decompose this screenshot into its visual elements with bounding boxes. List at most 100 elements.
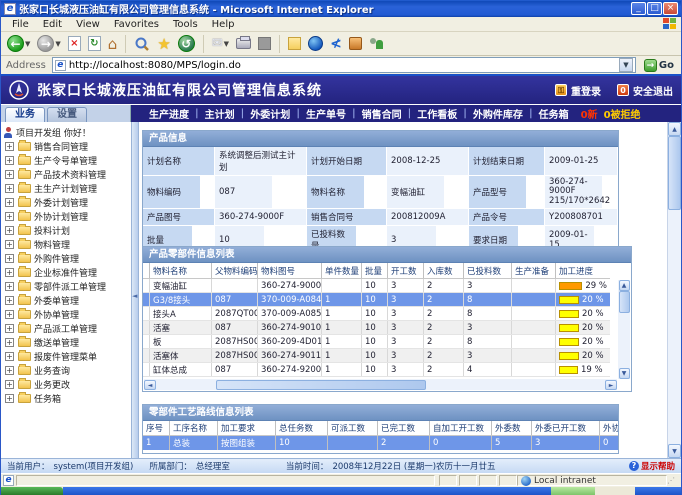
expand-icon[interactable] bbox=[5, 296, 14, 305]
maximize-button[interactable]: □ bbox=[647, 2, 662, 15]
expand-icon[interactable] bbox=[5, 198, 14, 207]
tab-business[interactable]: 业务 bbox=[5, 107, 45, 122]
parts-row[interactable]: 活塞087360-274-9010F11032320 % bbox=[143, 321, 610, 335]
close-button[interactable]: × bbox=[663, 2, 678, 15]
sidebar-item-business-change[interactable]: 业务更改 bbox=[3, 377, 131, 391]
scroll-thumb[interactable] bbox=[619, 291, 630, 313]
expand-icon[interactable] bbox=[5, 142, 14, 151]
col-completed[interactable]: 已完工数 bbox=[377, 421, 429, 435]
sidebar-item-outsource-order[interactable]: 外委单管理 bbox=[3, 293, 131, 307]
menu-view[interactable]: View bbox=[69, 19, 107, 30]
mail-dropdown-icon[interactable]: ▼ bbox=[224, 40, 229, 48]
address-field[interactable]: e http://localhost:8080/MPS/login.do ▼ bbox=[52, 57, 636, 73]
nav-outsource-plan[interactable]: 外委计划 bbox=[244, 106, 296, 121]
scroll-up-icon[interactable]: ▲ bbox=[619, 280, 630, 291]
start-button-edge[interactable] bbox=[1, 487, 63, 495]
sidebar-item-standard-parts[interactable]: 企业标准件管理 bbox=[3, 265, 131, 279]
expand-icon[interactable] bbox=[5, 240, 14, 249]
col-issued[interactable]: 已投料数 bbox=[463, 263, 511, 278]
forward-button[interactable]: →▼ bbox=[35, 34, 62, 54]
col-outsourced[interactable]: 外委数 bbox=[491, 421, 531, 435]
relogin-button[interactable]: ⚿ 重登录 bbox=[555, 83, 601, 98]
expand-icon[interactable] bbox=[5, 184, 14, 193]
expand-icon[interactable] bbox=[5, 394, 14, 403]
messenger-button[interactable] bbox=[306, 34, 325, 54]
scroll-right-icon[interactable]: ► bbox=[605, 380, 617, 390]
show-help-button[interactable]: ? 显示帮助 bbox=[629, 460, 675, 472]
menu-tools[interactable]: Tools bbox=[166, 19, 205, 30]
sidebar-item-order-number[interactable]: 生产令号单管理 bbox=[3, 153, 131, 167]
scroll-down-icon[interactable]: ▼ bbox=[619, 368, 630, 379]
sidebar-item-tech-data[interactable]: 产品技术资料管理 bbox=[3, 167, 131, 181]
expand-icon[interactable] bbox=[5, 366, 14, 375]
scroll-up-icon[interactable]: ▲ bbox=[668, 122, 681, 136]
sidebar-item-business-query[interactable]: 业务查询 bbox=[3, 363, 131, 377]
parts-row[interactable]: 接头A2087QT002370-009-A085011032820 % bbox=[143, 307, 610, 321]
sidebar-item-master-plan[interactable]: 主生产计划管理 bbox=[3, 181, 131, 195]
route-row-selected[interactable]: 1 总装 按图组装 10 2 0 5 3 0 0 bbox=[143, 436, 618, 450]
nav-master-plan[interactable]: 主计划 bbox=[199, 106, 241, 121]
col-requirement[interactable]: 加工要求 bbox=[217, 421, 275, 435]
expand-icon[interactable] bbox=[5, 156, 14, 165]
nav-task-box[interactable]: 任务箱 bbox=[533, 106, 575, 121]
sidebar-item-parts-workorder[interactable]: 零部件派工单管理 bbox=[3, 279, 131, 293]
sidebar-item-purchased-parts[interactable]: 外购件管理 bbox=[3, 251, 131, 265]
contacts-button[interactable] bbox=[367, 34, 386, 54]
mail-button[interactable]: ✉▼ bbox=[210, 34, 231, 54]
tab-settings[interactable]: 设置 bbox=[47, 107, 87, 122]
expand-icon[interactable] bbox=[5, 380, 14, 389]
sidebar-item-coop-order[interactable]: 外协单管理 bbox=[3, 307, 131, 321]
expand-icon[interactable] bbox=[5, 170, 14, 179]
col-self-started[interactable]: 自加工开工数 bbox=[429, 421, 491, 435]
parts-row[interactable]: 变幅油缸360-274-9000F1032329 % bbox=[143, 279, 610, 293]
col-total-tasks[interactable]: 总任务数 bbox=[275, 421, 327, 435]
nav-work-board[interactable]: 工作看板 bbox=[411, 106, 463, 121]
col-outsourced-started[interactable]: 外委已开工数 bbox=[531, 421, 599, 435]
nav-sales-contract[interactable]: 销售合同 bbox=[356, 106, 408, 121]
minimize-button[interactable]: _ bbox=[631, 2, 646, 15]
history-button[interactable]: ↺ bbox=[176, 34, 197, 54]
col-coop[interactable]: 外协数 bbox=[599, 421, 618, 435]
nav-production-progress[interactable]: 生产进度 bbox=[143, 106, 195, 121]
expand-icon[interactable] bbox=[5, 212, 14, 221]
sidebar-item-outsource-plan[interactable]: 外委计划管理 bbox=[3, 195, 131, 209]
parts-row[interactable]: 板2087HS002360-209-4D01011032820 % bbox=[143, 335, 610, 349]
scroll-down-icon[interactable]: ▼ bbox=[668, 444, 681, 458]
parts-table-vscrollbar[interactable]: ▲ ▼ bbox=[618, 280, 630, 379]
main-vscrollbar[interactable]: ▲ ▼ bbox=[667, 122, 681, 458]
favorites-button[interactable]: ★ bbox=[155, 34, 172, 54]
col-parent-code[interactable]: 父物料编码 bbox=[211, 263, 257, 278]
expand-icon[interactable] bbox=[5, 352, 14, 361]
parts-row[interactable]: 活塞体2087HS002360-274-9011W11032320 % bbox=[143, 349, 610, 363]
forward-dropdown-icon[interactable]: ▼ bbox=[55, 40, 60, 48]
col-drawing-no[interactable]: 物料图号 bbox=[257, 263, 321, 278]
discuss-button[interactable] bbox=[286, 34, 303, 54]
stop-button[interactable]: × bbox=[66, 34, 83, 54]
collapse-arrow-icon[interactable]: ◄ bbox=[132, 292, 137, 300]
col-started[interactable]: 开工数 bbox=[387, 263, 423, 278]
sidebar-item-coop-plan[interactable]: 外协计划管理 bbox=[3, 209, 131, 223]
col-material-name[interactable]: 物料名称 bbox=[149, 263, 211, 278]
back-button[interactable]: ←▼ bbox=[5, 34, 32, 54]
parts-row-selected[interactable]: G3/8接头087370-009-A084011032820 % bbox=[143, 293, 610, 307]
col-batch[interactable]: 批量 bbox=[361, 263, 387, 278]
nav-purchased-stock[interactable]: 外购件库存 bbox=[467, 106, 529, 121]
scroll-left-icon[interactable]: ◄ bbox=[144, 380, 156, 390]
col-dispatchable[interactable]: 可派工数 bbox=[327, 421, 377, 435]
go-button[interactable]: → Go bbox=[640, 59, 678, 72]
sidebar-item-delivery-order[interactable]: 缴送单管理 bbox=[3, 335, 131, 349]
expand-icon[interactable] bbox=[5, 226, 14, 235]
col-unit-qty[interactable]: 单件数量 bbox=[321, 263, 361, 278]
menu-edit[interactable]: Edit bbox=[36, 19, 69, 30]
col-progress[interactable]: 加工进度 bbox=[555, 263, 610, 278]
col-seq[interactable]: 序号 bbox=[143, 421, 169, 435]
expand-icon[interactable] bbox=[5, 254, 14, 263]
expand-icon[interactable] bbox=[5, 268, 14, 277]
address-url[interactable]: http://localhost:8080/MPS/login.do bbox=[69, 60, 616, 71]
badge-rejected-tasks[interactable]: 0被拒绝 bbox=[604, 106, 641, 121]
resize-grip[interactable]: ⋰ bbox=[667, 476, 679, 485]
badge-new-tasks[interactable]: 0新 bbox=[581, 106, 598, 121]
address-dropdown-icon[interactable]: ▼ bbox=[619, 58, 633, 72]
menu-favorites[interactable]: Favorites bbox=[107, 19, 166, 30]
sidebar-item-product-workorder[interactable]: 产品派工单管理 bbox=[3, 321, 131, 335]
